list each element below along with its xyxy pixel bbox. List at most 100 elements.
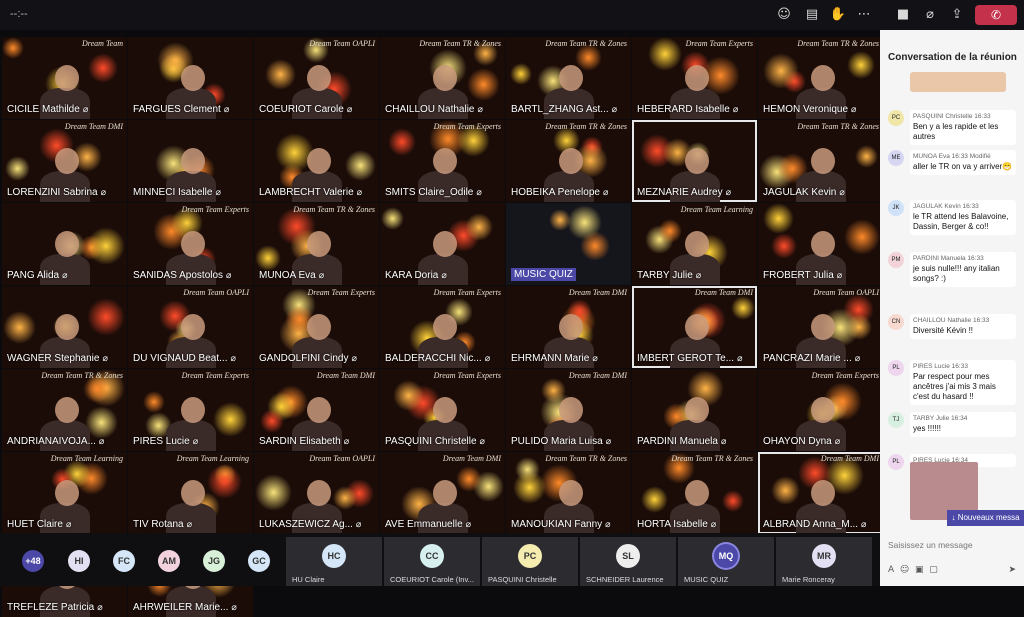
participant-video-tile[interactable]: PANG Alida ⌀: [2, 203, 127, 285]
participant-video-tile[interactable]: Dream Team Learning HUET Claire ⌀: [2, 452, 127, 534]
participant-tile[interactable]: HC HU Claire: [286, 537, 382, 586]
participant-video-tile[interactable]: Dream Team DMI SARDIN Elisabeth ⌀: [254, 369, 379, 451]
overflow-participants[interactable]: +48: [22, 550, 44, 572]
raise-hand-icon[interactable]: ✋: [828, 6, 848, 24]
participant-video-tile[interactable]: KARA Doria ⌀: [380, 203, 505, 285]
avatar[interactable]: PL: [888, 360, 904, 376]
mic-off-icon[interactable]: ⌀: [920, 6, 940, 24]
participant-video-tile[interactable]: WAGNER Stephanie ⌀: [2, 286, 127, 368]
participant-video-tile[interactable]: Dream Team OAPLI PANCRAZI Marie ... ⌀: [758, 286, 883, 368]
people-icon[interactable]: ☺: [774, 6, 794, 24]
avatar[interactable]: ME: [888, 150, 904, 166]
participant-video-tile[interactable]: Dream Team TR & Zones MANOUKIAN Fanny ⌀: [506, 452, 631, 534]
participant-video-tile[interactable]: Dream Team Experts SMITS Claire_Odile ⌀: [380, 120, 505, 202]
participant-face: [306, 230, 331, 257]
avatar[interactable]: CN: [888, 314, 904, 330]
participant-video-tile[interactable]: Dream Team Experts GANDOLFINI Cindy ⌀: [254, 286, 379, 368]
fireworks-background: [265, 59, 296, 90]
team-overlay-tag: Dream Team Learning: [176, 454, 249, 463]
participant-video-tile[interactable]: Dream Team OAPLI COEURIOT Carole ⌀: [254, 37, 379, 119]
participant-video-tile[interactable]: Dream Team Experts PIRES Lucie ⌀: [128, 369, 253, 451]
participant-tile[interactable]: MQ MUSIC QUIZ: [678, 537, 774, 586]
chat-icon[interactable]: ▤: [802, 6, 822, 24]
participant-tile[interactable]: PC PASQUINI Christelle: [482, 537, 578, 586]
message-header: TARBY Julie 16:34: [913, 415, 1013, 422]
participant-video-tile[interactable]: Dream Team TR & Zones HOBEIKA Penelope ⌀: [506, 120, 631, 202]
avatar[interactable]: PC: [888, 110, 904, 126]
participant-video-tile[interactable]: Dream Team OAPLI DU VIGNAUD Beat... ⌀: [128, 286, 253, 368]
participant-video-tile[interactable]: Dream Team DMI ALBRAND Anna_M... ⌀: [758, 452, 883, 534]
message-input[interactable]: Saisissez un message: [888, 540, 1016, 560]
participant-video-tile[interactable]: PARDINI Manuela ⌀: [632, 369, 757, 451]
avatar[interactable]: JK: [888, 200, 904, 216]
participant-avatar[interactable]: JG: [203, 550, 225, 572]
send-icon[interactable]: ➤: [1008, 565, 1016, 575]
participant-name: TIV Rotana ⌀: [133, 519, 192, 530]
participant-video-tile[interactable]: Dream Team TR & Zones MUNOA Eva ⌀: [254, 203, 379, 285]
participant-video-tile[interactable]: Dream Team Experts SANIDAS Apostolos ⌀: [128, 203, 253, 285]
share-icon[interactable]: ⇪: [947, 6, 967, 24]
participant-face: [432, 313, 457, 340]
emoji-icon[interactable]: ☺: [900, 565, 909, 575]
participant-video-tile[interactable]: Dream Team TR & Zones HORTA Isabelle ⌀: [632, 452, 757, 534]
participant-video-tile[interactable]: Dream Team Learning TIV Rotana ⌀: [128, 452, 253, 534]
new-messages-button[interactable]: ↓ Nouveaux messa: [947, 510, 1024, 526]
participant-video-tile[interactable]: Dream Team TR & Zones HEMON Veronique ⌀: [758, 37, 883, 119]
participant-video-tile[interactable]: Dream Team TR & Zones ANDRIANAIVOJA... ⌀: [2, 369, 127, 451]
participant-tile[interactable]: MR Marie Ronceray: [776, 537, 872, 586]
participant-video-tile[interactable]: Dream Team TR & Zones CHAILLOU Nathalie ⌀: [380, 37, 505, 119]
participant-video-tile[interactable]: Dream Team DMI AVE Emmanuelle ⌀: [380, 452, 505, 534]
sticker-icon[interactable]: ▢: [929, 565, 938, 575]
participant-avatar[interactable]: FC: [113, 550, 135, 572]
participant-avatar[interactable]: AM: [158, 550, 180, 572]
participant-video-tile[interactable]: Dream Team OAPLI LUKASZEWICZ Ag... ⌀: [254, 452, 379, 534]
participant-name: FROBERT Julia ⌀: [763, 270, 842, 281]
participant-name-text: LORENZINI Sabrina: [7, 187, 98, 198]
gif-icon[interactable]: ▣: [915, 565, 924, 575]
participant-tile[interactable]: SL SCHNEIDER Laurence: [580, 537, 676, 586]
participant-avatar[interactable]: HI: [68, 550, 90, 572]
participant-video-tile[interactable]: Dream Team Experts OHAYON Dyna ⌀: [758, 369, 883, 451]
participant-name: PIRES Lucie ⌀: [133, 436, 198, 447]
avatar[interactable]: PM: [888, 252, 904, 268]
leave-button[interactable]: ✆: [975, 5, 1017, 25]
camera-off-icon[interactable]: ■: [893, 6, 913, 24]
format-icon[interactable]: A: [888, 565, 894, 575]
mic-muted-icon: ⌀: [732, 105, 739, 115]
participant-video-tile[interactable]: LAMBRECHT Valerie ⌀: [254, 120, 379, 202]
avatar[interactable]: PL: [888, 454, 904, 470]
mic-muted-icon: ⌀: [82, 105, 89, 115]
participant-video-tile[interactable]: FROBERT Julia ⌀: [758, 203, 883, 285]
team-overlay-tag: Dream Team DMI: [568, 288, 627, 297]
participant-video-tile[interactable]: Dream Team Learning TARBY Julie ⌀: [632, 203, 757, 285]
team-overlay-tag: Dream Team DMI: [316, 371, 375, 380]
participant-video-tile[interactable]: MINNECI Isabelle ⌀: [128, 120, 253, 202]
participant-video-tile[interactable]: Dream Team TR & Zones JAGULAK Kevin ⌀: [758, 120, 883, 202]
participant-face: [432, 64, 457, 91]
participant-video-tile[interactable]: Dream Team DMI EHRMANN Marie ⌀: [506, 286, 631, 368]
participant-face: [306, 479, 331, 506]
participant-video-tile[interactable]: Dream Team DMI IMBERT GEROT Te... ⌀: [632, 286, 757, 368]
participant-name: COEURIOT Carole (Inv...: [390, 575, 474, 584]
participant-tile[interactable]: CC COEURIOT Carole (Inv...: [384, 537, 480, 586]
participant-avatar[interactable]: GC: [248, 550, 270, 572]
mic-muted-icon: ⌀: [226, 271, 232, 281]
more-icon[interactable]: ⋯: [854, 6, 874, 24]
video-grid: Dream Team CICILE Mathilde ⌀ FARGUES Clemen…: [2, 37, 883, 617]
participant-face: [810, 396, 835, 423]
participant-name: SCHNEIDER Laurence: [586, 575, 664, 584]
participant-video-tile[interactable]: Dream Team DMI PULIDO Maria Luisa ⌀: [506, 369, 631, 451]
mic-muted-icon: ⌀: [592, 354, 598, 364]
participant-video-tile[interactable]: Dream Team DMI LORENZINI Sabrina ⌀: [2, 120, 127, 202]
participant-video-tile[interactable]: MEZNARIE Audrey ⌀: [632, 120, 757, 202]
participant-video-tile[interactable]: MUSIC QUIZ: [506, 203, 631, 285]
participant-video-tile[interactable]: Dream Team TR & Zones BARTL_ZHANG Ast... ⌀: [506, 37, 631, 119]
fireworks-background: [255, 245, 281, 271]
participant-video-tile[interactable]: FARGUES Clement ⌀: [128, 37, 253, 119]
participant-name-text: PARDINI Manuela: [637, 436, 718, 447]
participant-video-tile[interactable]: Dream Team CICILE Mathilde ⌀: [2, 37, 127, 119]
avatar[interactable]: TJ: [888, 412, 904, 428]
participant-video-tile[interactable]: Dream Team Experts BALDERACCHI Nic... ⌀: [380, 286, 505, 368]
participant-video-tile[interactable]: Dream Team Experts HEBERARD Isabelle ⌀: [632, 37, 757, 119]
participant-video-tile[interactable]: Dream Team Experts PASQUINI Christelle ⌀: [380, 369, 505, 451]
